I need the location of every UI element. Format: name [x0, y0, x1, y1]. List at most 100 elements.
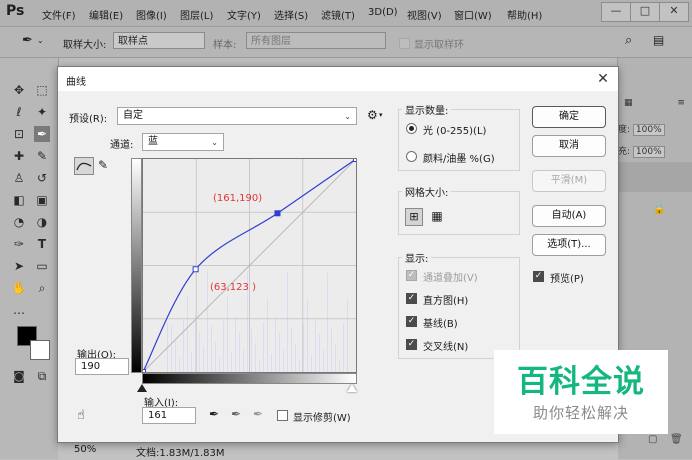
window-close-button[interactable]: ✕	[659, 2, 689, 22]
screen-mode-icon[interactable]: ⧉	[34, 368, 50, 384]
chevron-down-icon[interactable]: ⌄	[37, 36, 44, 45]
sample-select[interactable]: 所有图层	[246, 32, 386, 49]
preview-checkbox[interactable]: ✓	[533, 271, 544, 282]
blur-tool-icon[interactable]: ◔	[11, 214, 27, 230]
show-ring-checkbox[interactable]	[399, 38, 410, 49]
panel-menu-icon[interactable]: ≡	[677, 98, 685, 108]
preset-select[interactable]: 自定 ⌄	[117, 107, 357, 125]
curve-edit-tool[interactable]	[74, 157, 94, 175]
menu-view[interactable]: 视图(V)	[407, 7, 442, 22]
channel-select[interactable]: 蓝 ⌄	[142, 133, 224, 151]
dodge-tool-icon[interactable]: ◑	[34, 214, 50, 230]
panel-icon[interactable]: ▦	[624, 98, 633, 108]
light-radio[interactable]	[406, 123, 417, 134]
histogram-bar	[259, 359, 260, 372]
tools-panel: ✥ ⬚ ℓ ✦ ⊡ ✒ ✚ ✎ ♙ ↺ ◧ ▣ ◔ ◑ ✑ T ➤ ▭ ✋ ⌕ …	[0, 58, 59, 459]
opacity-label: 度:	[618, 125, 631, 135]
brush-tool-icon[interactable]: ✎	[34, 148, 50, 164]
more-tools-icon[interactable]: …	[11, 302, 27, 318]
curve-point[interactable]	[274, 210, 281, 217]
pen-tool-icon[interactable]: ✑	[11, 236, 27, 252]
gear-icon[interactable]: ⚙	[367, 108, 378, 122]
detailed-grid-icon[interactable]: ▦	[428, 208, 446, 226]
histogram-bar	[215, 342, 216, 372]
targeted-adjustment-icon[interactable]: ☝	[77, 408, 85, 423]
path-select-icon[interactable]: ➤	[11, 258, 27, 274]
curve-canvas[interactable]	[140, 156, 359, 375]
curve-point[interactable]	[192, 266, 199, 273]
menu-help[interactable]: 帮助(H)	[507, 7, 542, 22]
type-tool-icon[interactable]: T	[34, 236, 50, 252]
opacity-value[interactable]: 100%	[632, 124, 665, 136]
smooth-button[interactable]: 平滑(M)	[532, 170, 606, 192]
maximize-button[interactable]: □	[630, 2, 660, 22]
workspace-icon[interactable]: ▤	[653, 33, 664, 47]
channel-overlays-checkbox[interactable]: ✓	[406, 270, 417, 281]
hand-tool-icon[interactable]: ✋	[11, 280, 27, 296]
gray-eyedropper-icon[interactable]: ✒	[231, 407, 241, 421]
auto-button[interactable]: 自动(A)	[532, 205, 606, 227]
stamp-tool-icon[interactable]: ♙	[11, 170, 27, 186]
background-color-swatch[interactable]	[30, 340, 50, 360]
black-point-slider[interactable]	[137, 384, 147, 392]
output-field[interactable]: 190	[75, 358, 129, 375]
gradient-tool-icon[interactable]: ▣	[34, 192, 50, 208]
marquee-tool-icon[interactable]: ⬚	[34, 82, 50, 98]
ok-button[interactable]: 确定	[532, 106, 606, 128]
black-eyedropper-icon[interactable]: ✒	[209, 407, 219, 421]
menu-filter[interactable]: 滤镜(T)	[321, 7, 355, 22]
histogram-bar	[251, 327, 252, 372]
menu-3d[interactable]: 3D(D)	[368, 7, 398, 18]
white-point-slider[interactable]	[347, 384, 357, 392]
close-icon[interactable]: ✕	[594, 70, 612, 88]
watermark: 百科全说 助你轻松解决	[494, 350, 668, 434]
magic-wand-icon[interactable]: ✦	[34, 104, 50, 120]
menu-image[interactable]: 图像(I)	[136, 7, 167, 22]
move-tool-icon[interactable]: ✥	[11, 82, 27, 98]
menu-layer[interactable]: 图层(L)	[180, 7, 213, 22]
baseline-checkbox[interactable]: ✓	[406, 316, 417, 327]
curve-point[interactable]	[140, 369, 146, 375]
menu-type[interactable]: 文字(Y)	[227, 7, 261, 22]
zoom-level[interactable]: 50%	[74, 444, 96, 455]
document-info: 文档:1.83M/1.83M	[136, 448, 225, 459]
zoom-tool-icon[interactable]: ⌕	[34, 280, 50, 296]
trash-icon[interactable]: 🗑	[670, 434, 683, 445]
history-brush-icon[interactable]: ↺	[34, 170, 50, 186]
rectangle-tool-icon[interactable]: ▭	[34, 258, 50, 274]
layer-row[interactable]	[618, 162, 692, 192]
sample-size-select[interactable]: 取样点	[113, 32, 205, 49]
input-field[interactable]: 161	[142, 407, 196, 424]
eraser-tool-icon[interactable]: ◧	[11, 192, 27, 208]
histogram-bar	[171, 325, 172, 372]
histogram-checkbox[interactable]: ✓	[406, 293, 417, 304]
menu-window[interactable]: 窗口(W)	[454, 7, 492, 22]
lasso-tool-icon[interactable]: ℓ	[11, 104, 27, 120]
crop-tool-icon[interactable]: ⊡	[11, 126, 27, 142]
quick-mask-icon[interactable]: ◙	[11, 368, 27, 384]
pigment-radio[interactable]	[406, 151, 417, 162]
menu-file[interactable]: 文件(F)	[42, 7, 76, 22]
show-clipping-checkbox[interactable]	[277, 410, 288, 421]
chevron-down-icon: ▾	[379, 111, 383, 119]
sample-value: 所有图层	[251, 36, 291, 47]
fill-value[interactable]: 100%	[632, 146, 665, 158]
intersection-checkbox[interactable]: ✓	[406, 339, 417, 350]
healing-brush-icon[interactable]: ✚	[11, 148, 27, 164]
minimize-button[interactable]: —	[601, 2, 631, 22]
simple-grid-icon[interactable]: ⊞	[405, 208, 423, 226]
search-icon[interactable]: ⌕	[625, 33, 632, 48]
histogram-bar	[179, 357, 180, 372]
options-button[interactable]: 选项(T)...	[532, 234, 606, 256]
new-layer-icon[interactable]: ▢	[648, 434, 657, 445]
menu-edit[interactable]: 编辑(E)	[89, 7, 123, 22]
pencil-icon[interactable]: ✎	[98, 158, 108, 172]
eyedropper-tool-icon[interactable]: ✒	[34, 126, 50, 142]
cancel-button[interactable]: 取消	[532, 135, 606, 157]
curve-point[interactable]	[353, 156, 359, 162]
curve-graph[interactable]	[140, 156, 359, 375]
eyedropper-icon[interactable]: ✒	[22, 33, 33, 48]
menu-select[interactable]: 选择(S)	[274, 7, 308, 22]
white-eyedropper-icon[interactable]: ✒	[253, 407, 263, 421]
histogram-bar	[203, 347, 204, 372]
